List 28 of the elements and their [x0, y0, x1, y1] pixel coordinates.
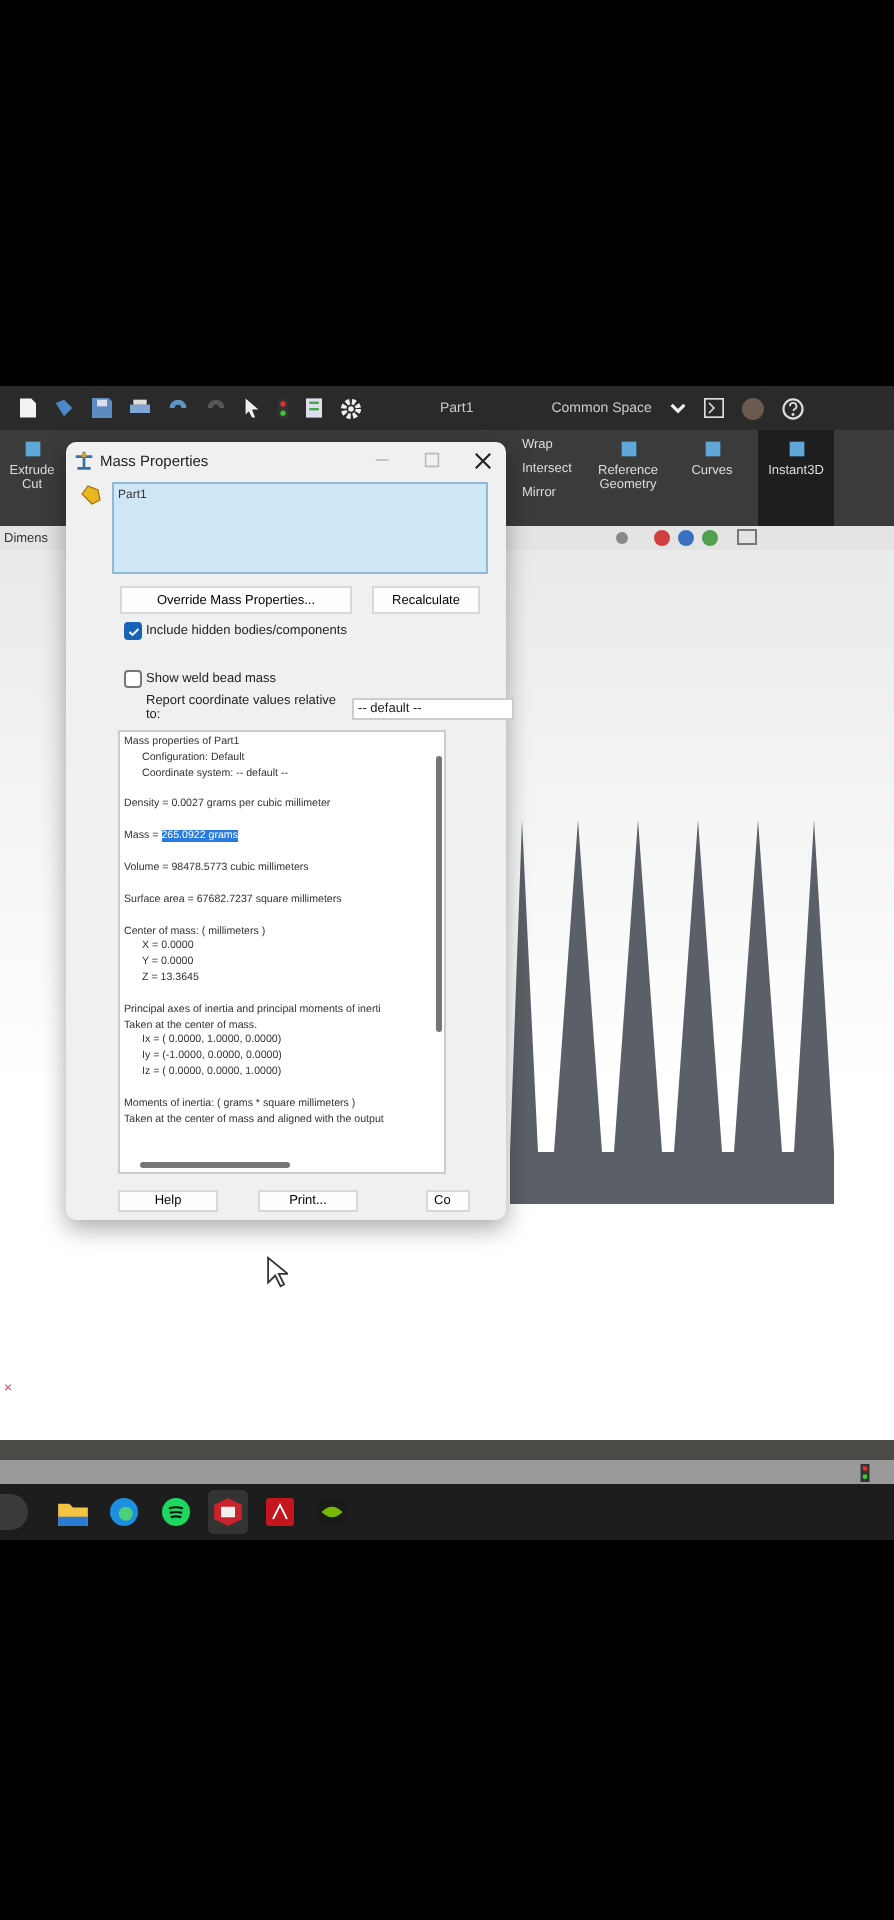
- feature-icon: [701, 438, 723, 460]
- feature-icon: [21, 438, 43, 460]
- new-document-icon[interactable]: [20, 398, 36, 418]
- settings-icon[interactable]: [340, 397, 362, 419]
- terminal-icon[interactable]: [703, 398, 724, 418]
- scrollbar[interactable]: [140, 1162, 290, 1168]
- save-icon[interactable]: [92, 398, 112, 418]
- checkbox[interactable]: [124, 622, 142, 640]
- folder-icon: [57, 1499, 87, 1525]
- scale-icon: [74, 450, 94, 470]
- traffic-light-icon: [860, 1463, 870, 1481]
- music-icon: [162, 1498, 190, 1526]
- document-icon: [266, 1498, 294, 1526]
- browser-icon: [110, 1498, 138, 1526]
- print-icon[interactable]: [130, 398, 150, 418]
- pointer-icon[interactable]: [244, 398, 260, 418]
- scrollbar[interactable]: [436, 756, 442, 1032]
- feature-icon: [785, 438, 807, 460]
- feature-icon: [617, 438, 639, 460]
- chevron-down-icon[interactable]: [669, 402, 686, 414]
- close-icon[interactable]: [474, 451, 492, 469]
- mouse-cursor-icon: [266, 1256, 288, 1288]
- help-icon[interactable]: [781, 397, 804, 419]
- taskbar-app[interactable]: [208, 1490, 248, 1534]
- checkbox[interactable]: [124, 670, 142, 688]
- search-field[interactable]: [0, 1494, 28, 1530]
- traffic-light-icon[interactable]: [278, 397, 288, 419]
- cube-icon: [214, 1498, 242, 1526]
